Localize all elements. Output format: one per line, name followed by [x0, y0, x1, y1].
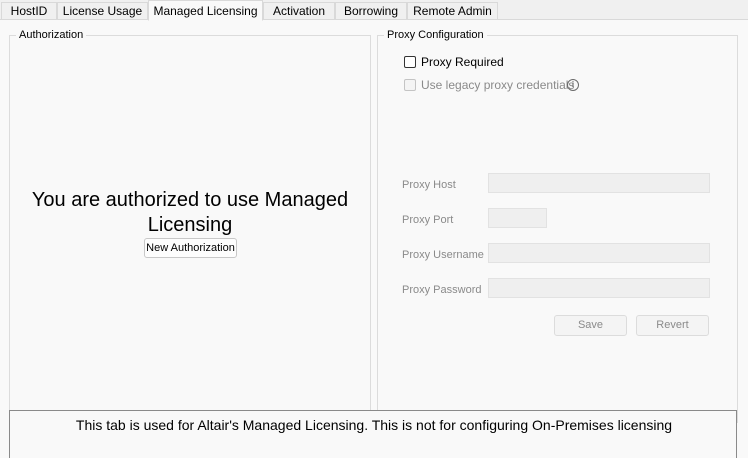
authorization-message: You are authorized to use Managed Licens… [31, 189, 349, 236]
proxy-password-input[interactable] [488, 278, 710, 298]
footer-text: This tab is used for Altair's Managed Li… [75, 417, 673, 433]
authorization-group: Authorization You are authorized to use … [9, 28, 371, 423]
proxy-configuration-title: Proxy Configuration [384, 28, 487, 42]
authorization-title: Authorization [16, 28, 87, 42]
info-icon[interactable]: i [567, 79, 579, 91]
proxy-port-label: Proxy Port [402, 214, 454, 226]
proxy-required-checkbox[interactable] [404, 56, 416, 68]
tab-bar: HostID License Usage Managed Licensing A… [0, 0, 748, 21]
new-authorization-button[interactable]: New Authorization [144, 238, 237, 258]
proxy-host-input[interactable] [488, 173, 710, 193]
proxy-configuration-group: Proxy Configuration Proxy Required Use l… [377, 28, 738, 423]
tab-remote-admin[interactable]: Remote Admin [407, 2, 498, 19]
tab-hostid[interactable]: HostID [1, 2, 57, 19]
tab-borrowing[interactable]: Borrowing [335, 2, 407, 19]
proxy-username-input[interactable] [488, 243, 710, 263]
proxy-host-label: Proxy Host [402, 179, 456, 191]
proxy-password-label: Proxy Password [402, 284, 482, 296]
proxy-username-label: Proxy Username [402, 249, 484, 261]
footer-info-box: This tab is used for Altair's Managed Li… [9, 410, 737, 458]
tab-license-usage[interactable]: License Usage [57, 2, 148, 19]
legacy-proxy-checkbox[interactable] [404, 79, 416, 91]
proxy-port-input[interactable] [488, 208, 547, 228]
revert-button[interactable]: Revert [636, 315, 709, 336]
tab-managed-licensing[interactable]: Managed Licensing [148, 0, 263, 21]
tab-activation[interactable]: Activation [263, 2, 335, 19]
legacy-proxy-label: Use legacy proxy credentials [421, 78, 575, 92]
proxy-required-label: Proxy Required [421, 55, 504, 69]
save-button[interactable]: Save [554, 315, 627, 336]
